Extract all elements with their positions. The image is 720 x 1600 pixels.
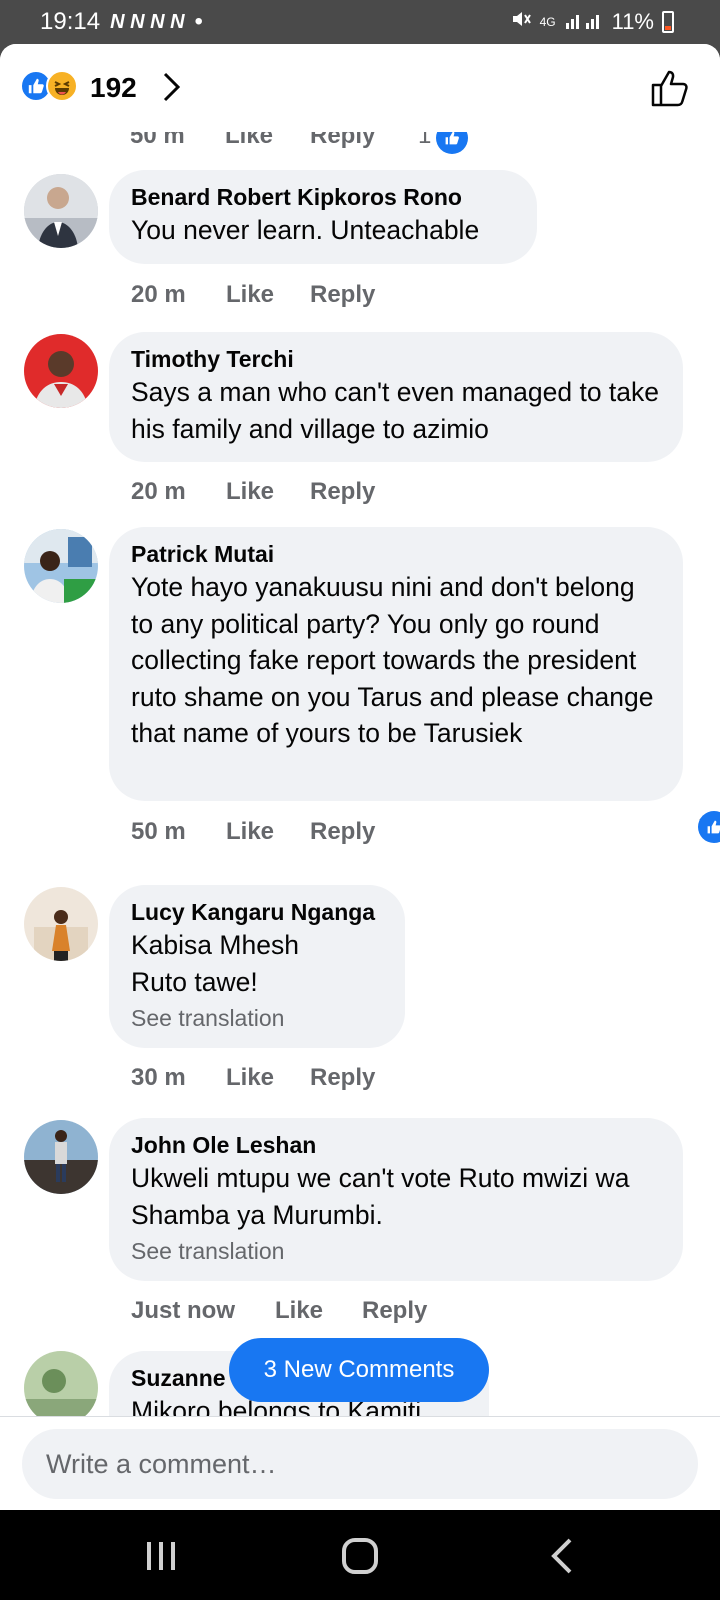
comment-author[interactable]: Lucy Kangaru Nganga: [131, 897, 383, 927]
comment-bubble[interactable]: Patrick Mutai Yote hayo yanakuusu nini a…: [109, 527, 683, 801]
status-time: 19:14: [40, 8, 101, 35]
avatar[interactable]: [24, 1120, 98, 1194]
reply-button[interactable]: Reply: [310, 1063, 375, 1093]
comment-time: 20 m: [131, 281, 186, 308]
new-comments-button[interactable]: 3 New Comments: [229, 1338, 489, 1402]
reaction-icons: [20, 70, 82, 104]
status-bar: 19:14 N N N N • 4G 11%: [0, 0, 720, 44]
comment-time: Just now: [131, 1297, 236, 1324]
comment-actions: 30 m Like Reply: [0, 1063, 720, 1099]
comment-time: 20 m: [131, 478, 186, 505]
like-button[interactable]: Like: [226, 1063, 274, 1093]
reaction-count: 192: [90, 72, 137, 103]
reply-button[interactable]: Reply: [310, 280, 375, 310]
avatar[interactable]: [24, 1351, 98, 1425]
like-button[interactable]: Like: [226, 477, 274, 507]
like-button[interactable]: Like: [226, 817, 274, 847]
like-outline-icon[interactable]: [650, 68, 690, 108]
comment-author[interactable]: Timothy Terchi: [131, 344, 661, 374]
network-type: 4G: [539, 15, 556, 29]
mute-icon: [510, 8, 532, 36]
comment-bubble[interactable]: Lucy Kangaru Nganga Kabisa Mhesh Ruto ta…: [109, 885, 405, 1048]
like-button[interactable]: Like: [226, 280, 274, 310]
chevron-right-icon[interactable]: [160, 70, 184, 104]
avatar[interactable]: [24, 334, 98, 408]
reply-button[interactable]: Reply: [310, 477, 375, 507]
comment-text: Says a man who can't even managed to tak…: [131, 377, 660, 444]
comment-time: 50 m: [131, 818, 186, 845]
home-icon[interactable]: [336, 1532, 384, 1580]
comment-actions: 50 m Like Reply 1: [0, 811, 720, 853]
battery-icon: [662, 11, 674, 33]
see-translation-link[interactable]: See translation: [131, 1233, 661, 1269]
status-right: 4G 11%: [510, 8, 674, 36]
signal-icon: [564, 9, 604, 35]
back-icon[interactable]: [540, 1532, 588, 1580]
avatar[interactable]: [24, 174, 98, 248]
comments-sheet: 192 50 m Like Reply 1 Benard Robert Kipk…: [0, 44, 720, 1510]
comment-actions: Just now Like Reply: [0, 1296, 720, 1332]
status-dot: •: [194, 8, 203, 35]
comment-author[interactable]: John Ole Leshan: [131, 1130, 661, 1160]
comment-actions: 20 m Like Reply: [0, 477, 720, 513]
system-nav-bar: [0, 1510, 720, 1600]
status-left: 19:14 N N N N •: [40, 8, 203, 36]
recent-apps-icon[interactable]: [137, 1532, 185, 1580]
comment-text: Yote hayo yanakuusu nini and don't belon…: [131, 572, 654, 748]
haha-icon: [46, 70, 78, 102]
comment-input[interactable]: [22, 1429, 698, 1499]
reactions-header[interactable]: 192: [0, 44, 720, 132]
battery-percent: 11%: [611, 9, 654, 34]
like-button[interactable]: Like: [275, 1296, 323, 1326]
avatar[interactable]: [24, 529, 98, 603]
comment-author[interactable]: Patrick Mutai: [131, 539, 661, 569]
comment-text: Ukweli mtupu we can't vote Ruto mwizi wa…: [131, 1163, 630, 1230]
comment-bubble[interactable]: Timothy Terchi Says a man who can't even…: [109, 332, 683, 462]
comment-bubble[interactable]: John Ole Leshan Ukweli mtupu we can't vo…: [109, 1118, 683, 1281]
carrier-icons: N N N N: [110, 10, 185, 33]
comment-actions: 20 m Like Reply: [0, 280, 720, 316]
comment-composer: [0, 1416, 720, 1510]
comment-text-line: Ruto tawe!: [131, 966, 258, 997]
avatar[interactable]: [24, 887, 98, 961]
see-translation-link[interactable]: See translation: [131, 1000, 383, 1036]
comment-author[interactable]: Benard Robert Kipkoros Rono: [131, 182, 515, 212]
comment-time: 30 m: [131, 1064, 186, 1091]
comment-text-line: Kabisa Mhesh: [131, 930, 299, 960]
reply-button[interactable]: Reply: [362, 1296, 427, 1326]
comment-bubble[interactable]: Benard Robert Kipkoros Rono You never le…: [109, 170, 537, 264]
comment-text: You never learn. Unteachable: [131, 215, 480, 245]
reply-button[interactable]: Reply: [310, 817, 375, 847]
